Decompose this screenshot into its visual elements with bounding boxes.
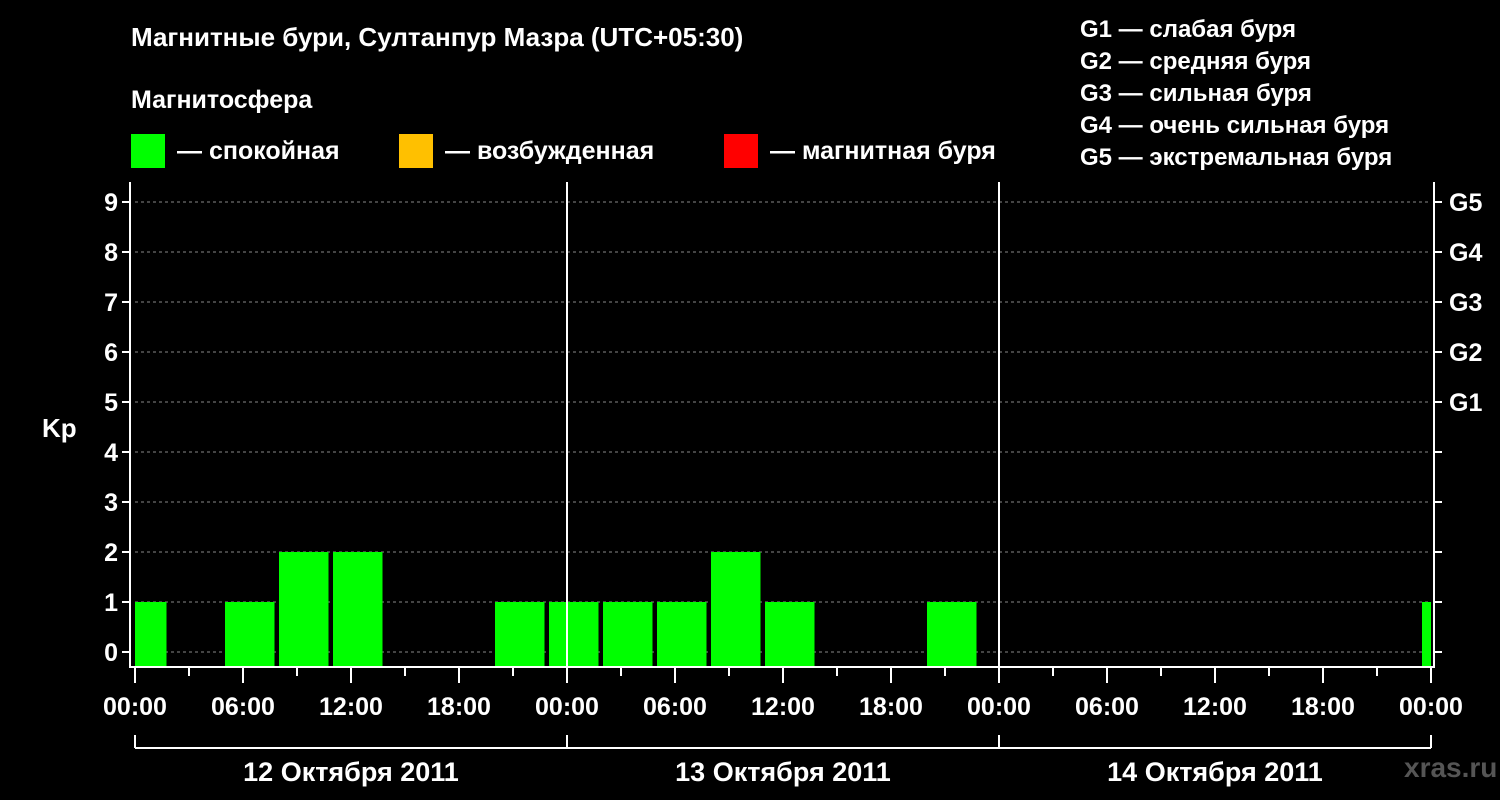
x-tick-label: 06:00 <box>1075 693 1139 721</box>
kp-bar-chart: 0 1 2 3 4 5 6 7 8 9 G1 G2 G3 G4 G5 Kp 00:00 06:00 12:00 18:… <box>42 182 1482 787</box>
kp-bar <box>765 602 815 667</box>
kp-bar <box>495 602 545 667</box>
day-label: 12 Октября 2011 <box>243 757 459 787</box>
kp-bar <box>1422 602 1431 667</box>
x-tick-label: 00:00 <box>535 693 599 721</box>
x-tick-label: 00:00 <box>967 693 1031 721</box>
kp-bar <box>225 602 275 667</box>
kp-bar <box>333 552 383 667</box>
y-tick-label: 7 <box>104 289 118 317</box>
x-tick-label: 06:00 <box>211 693 275 721</box>
kp-bar <box>657 602 707 667</box>
kp-bar <box>711 552 761 667</box>
x-tick-label: 12:00 <box>1183 693 1247 721</box>
right-tick-label: G3 <box>1449 289 1482 317</box>
x-tick-label: 12:00 <box>751 693 815 721</box>
x-tick-label: 18:00 <box>1291 693 1355 721</box>
y-tick-label: 2 <box>104 539 118 567</box>
kp-bar <box>927 602 977 667</box>
y-axis-label: Kp <box>42 413 77 443</box>
kp-bar <box>603 602 653 667</box>
y-tick-label: 4 <box>104 439 118 467</box>
day-label: 13 Октября 2011 <box>675 757 891 787</box>
x-tick-label: 18:00 <box>427 693 491 721</box>
right-tick-label: G5 <box>1449 189 1482 217</box>
y-tick-label: 3 <box>104 489 118 517</box>
y-tick-label: 9 <box>104 189 118 217</box>
right-tick-label: G4 <box>1449 239 1482 267</box>
kp-bar <box>279 552 329 667</box>
watermark: xras.ru <box>1404 752 1498 783</box>
x-tick-label: 00:00 <box>1399 693 1463 721</box>
y-tick-label: 1 <box>104 589 118 617</box>
kp-bar <box>135 602 167 667</box>
right-tick-label: G1 <box>1449 389 1482 417</box>
day-label: 14 Октября 2011 <box>1107 757 1323 787</box>
y-tick-label: 8 <box>104 239 118 267</box>
right-tick-label: G2 <box>1449 339 1482 367</box>
kp-bar <box>549 602 599 667</box>
x-tick-label: 18:00 <box>859 693 923 721</box>
x-tick-label: 00:00 <box>103 693 167 721</box>
y-tick-label: 5 <box>104 389 118 417</box>
x-tick-label: 12:00 <box>319 693 383 721</box>
x-tick-label: 06:00 <box>643 693 707 721</box>
y-tick-label: 6 <box>104 339 118 367</box>
y-tick-label: 0 <box>104 639 118 667</box>
